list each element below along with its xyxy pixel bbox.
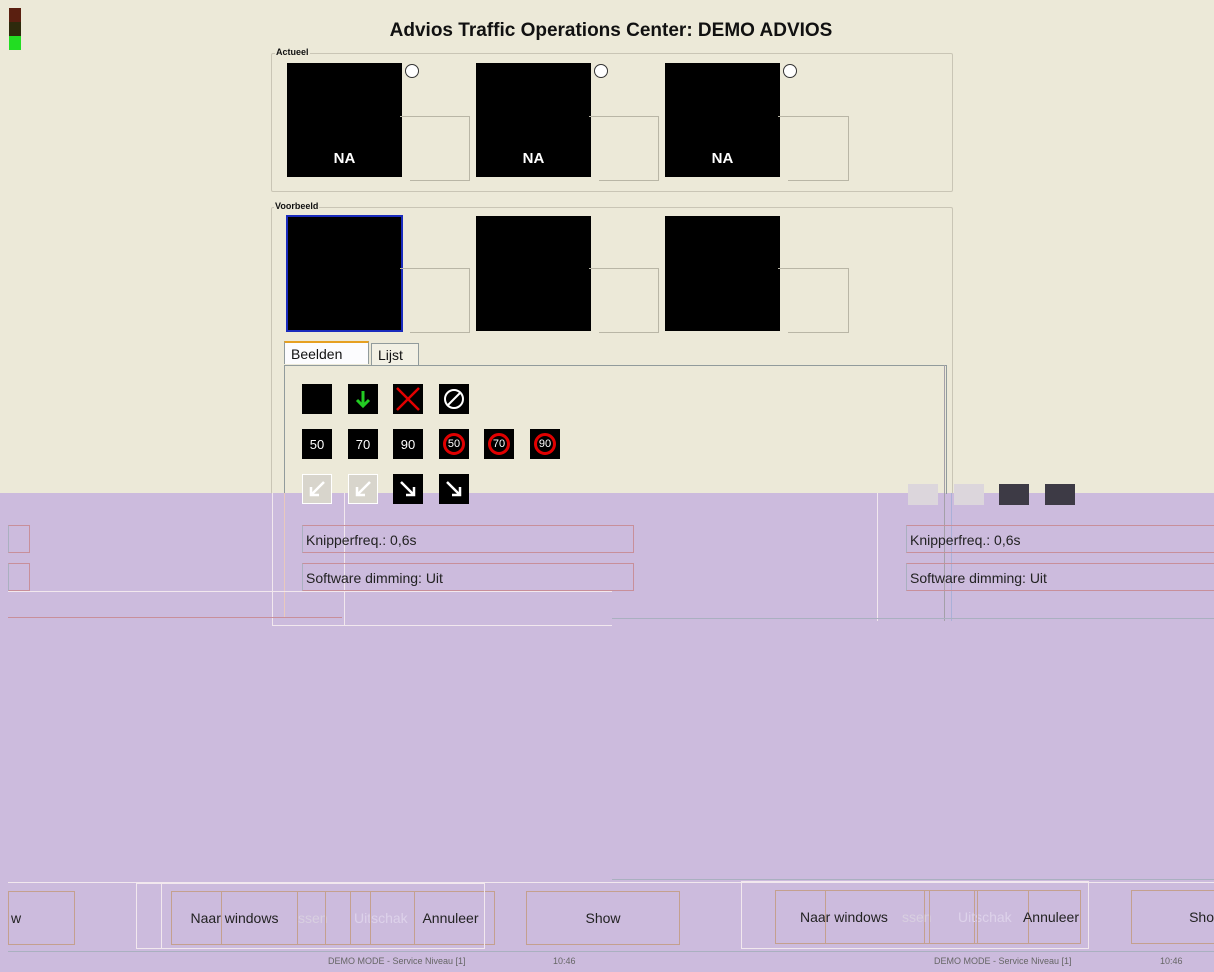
actueel-sign-1[interactable]: NA [287,63,402,177]
blink-frequency-field: Knipperfreq.: 0,6s [302,525,634,553]
sign-text: NA [333,150,356,167]
left-statusbar: DEMO MODE - Service Niveau [1] 10:46 [8,952,612,972]
seam-frame [741,881,1089,949]
ghost-icon-3 [999,484,1029,505]
seam-line [877,493,878,621]
actueel-sign-2[interactable]: NA [476,63,591,177]
voorbeeld-sign-1[interactable] [286,215,403,332]
seam-line [612,879,1214,880]
ghost-icon-4 [1045,484,1075,505]
seam-line [272,493,273,626]
speed-label: 90 [400,436,416,452]
seam-line [612,618,1214,619]
arrow-down-right-button-1[interactable] [393,474,423,504]
actueel-sign-3[interactable]: NA [665,63,780,177]
left-status-time: 10:46 [553,956,576,966]
clipped-button[interactable]: w [8,891,75,945]
arrow-down-left-icon [309,481,325,497]
actueel-group-label: Actueel [275,47,310,57]
arrow-down-right-icon [400,481,416,497]
actueel-sign-2-radio[interactable] [594,64,608,78]
voorbeeld-sign-3-panel [778,268,849,333]
end-restrictions-icon [444,389,464,409]
tab-lijst[interactable]: Lijst [371,343,419,365]
software-dimming-field: Software dimming: Uit [302,563,634,591]
seam-line [272,625,612,626]
show-button[interactable]: Show [526,891,680,945]
speed-label: 50 [447,438,461,450]
ghost-icon-2 [954,484,984,505]
voorbeeld-sign-2[interactable] [476,216,591,331]
actueel-sign-1-panel [400,116,470,181]
seam-line [8,617,342,618]
tab-beelden[interactable]: Beelden [284,341,369,364]
right-blink-frequency-field: Knipperfreq.: 0,6s [906,525,1214,553]
actueel-sign-3-panel [778,116,849,181]
speed-50-button[interactable]: 50 [302,429,332,459]
voorbeeld-sign-2-panel [589,268,659,333]
voorbeeld-sign-1-panel [400,268,470,333]
left-clipped-field-1 [8,525,30,553]
end-restrictions-button[interactable] [439,384,469,414]
right-statusbar: DEMO MODE - Service Niveau [1] 10:46 [612,952,1214,972]
seam-frame [136,883,162,949]
speed-70-ring-button[interactable]: 70 [484,429,514,459]
seam-line [951,493,952,621]
right-show-button[interactable]: Sho [1131,890,1214,944]
arrow-down-left-button-1[interactable] [302,474,332,504]
speed-label: 70 [492,438,506,450]
left-status-mode: DEMO MODE - Service Niveau [1] [328,956,466,966]
image-blank-button[interactable] [302,384,332,414]
arrow-down-left-button-2[interactable] [348,474,378,504]
voorbeeld-group-label: Voorbeeld [274,201,320,211]
right-software-dimming-field: Software dimming: Uit [906,563,1214,591]
right-status-time: 10:46 [1160,956,1183,966]
speed-70-button[interactable]: 70 [348,429,378,459]
arrow-down-left-icon [355,481,371,497]
left-clipped-field-2 [8,563,30,591]
actueel-sign-2-panel [589,116,659,181]
seam-line [8,591,612,592]
red-ring-icon: 50 [443,433,465,455]
window-title: Advios Traffic Operations Center: DEMO A… [389,20,833,41]
speed-label: 90 [538,438,552,450]
seam-line [284,493,285,618]
cross-red-button[interactable] [393,384,423,414]
right-status-mode: DEMO MODE - Service Niveau [1] [934,956,1072,966]
voorbeeld-sign-3[interactable] [665,216,780,331]
speed-90-button[interactable]: 90 [393,429,423,459]
actueel-sign-3-radio[interactable] [783,64,797,78]
tab-panel-beelden [284,365,947,494]
arrow-down-green-button[interactable] [348,384,378,414]
sign-text: NA [522,150,545,167]
cross-icon [396,387,420,411]
seam-line [344,493,345,626]
arrow-down-icon [355,391,371,409]
speed-50-ring-button[interactable]: 50 [439,429,469,459]
seam-frame [161,883,485,949]
speed-90-ring-button[interactable]: 90 [530,429,560,459]
sign-text: NA [711,150,734,167]
red-ring-icon: 70 [488,433,510,455]
speed-label: 50 [309,436,325,452]
ghost-icon-1 [908,484,938,505]
arrow-down-right-icon [446,481,462,497]
red-ring-icon: 90 [534,433,556,455]
arrow-down-right-button-2[interactable] [439,474,469,504]
speed-label: 70 [355,436,371,452]
actueel-sign-1-radio[interactable] [405,64,419,78]
